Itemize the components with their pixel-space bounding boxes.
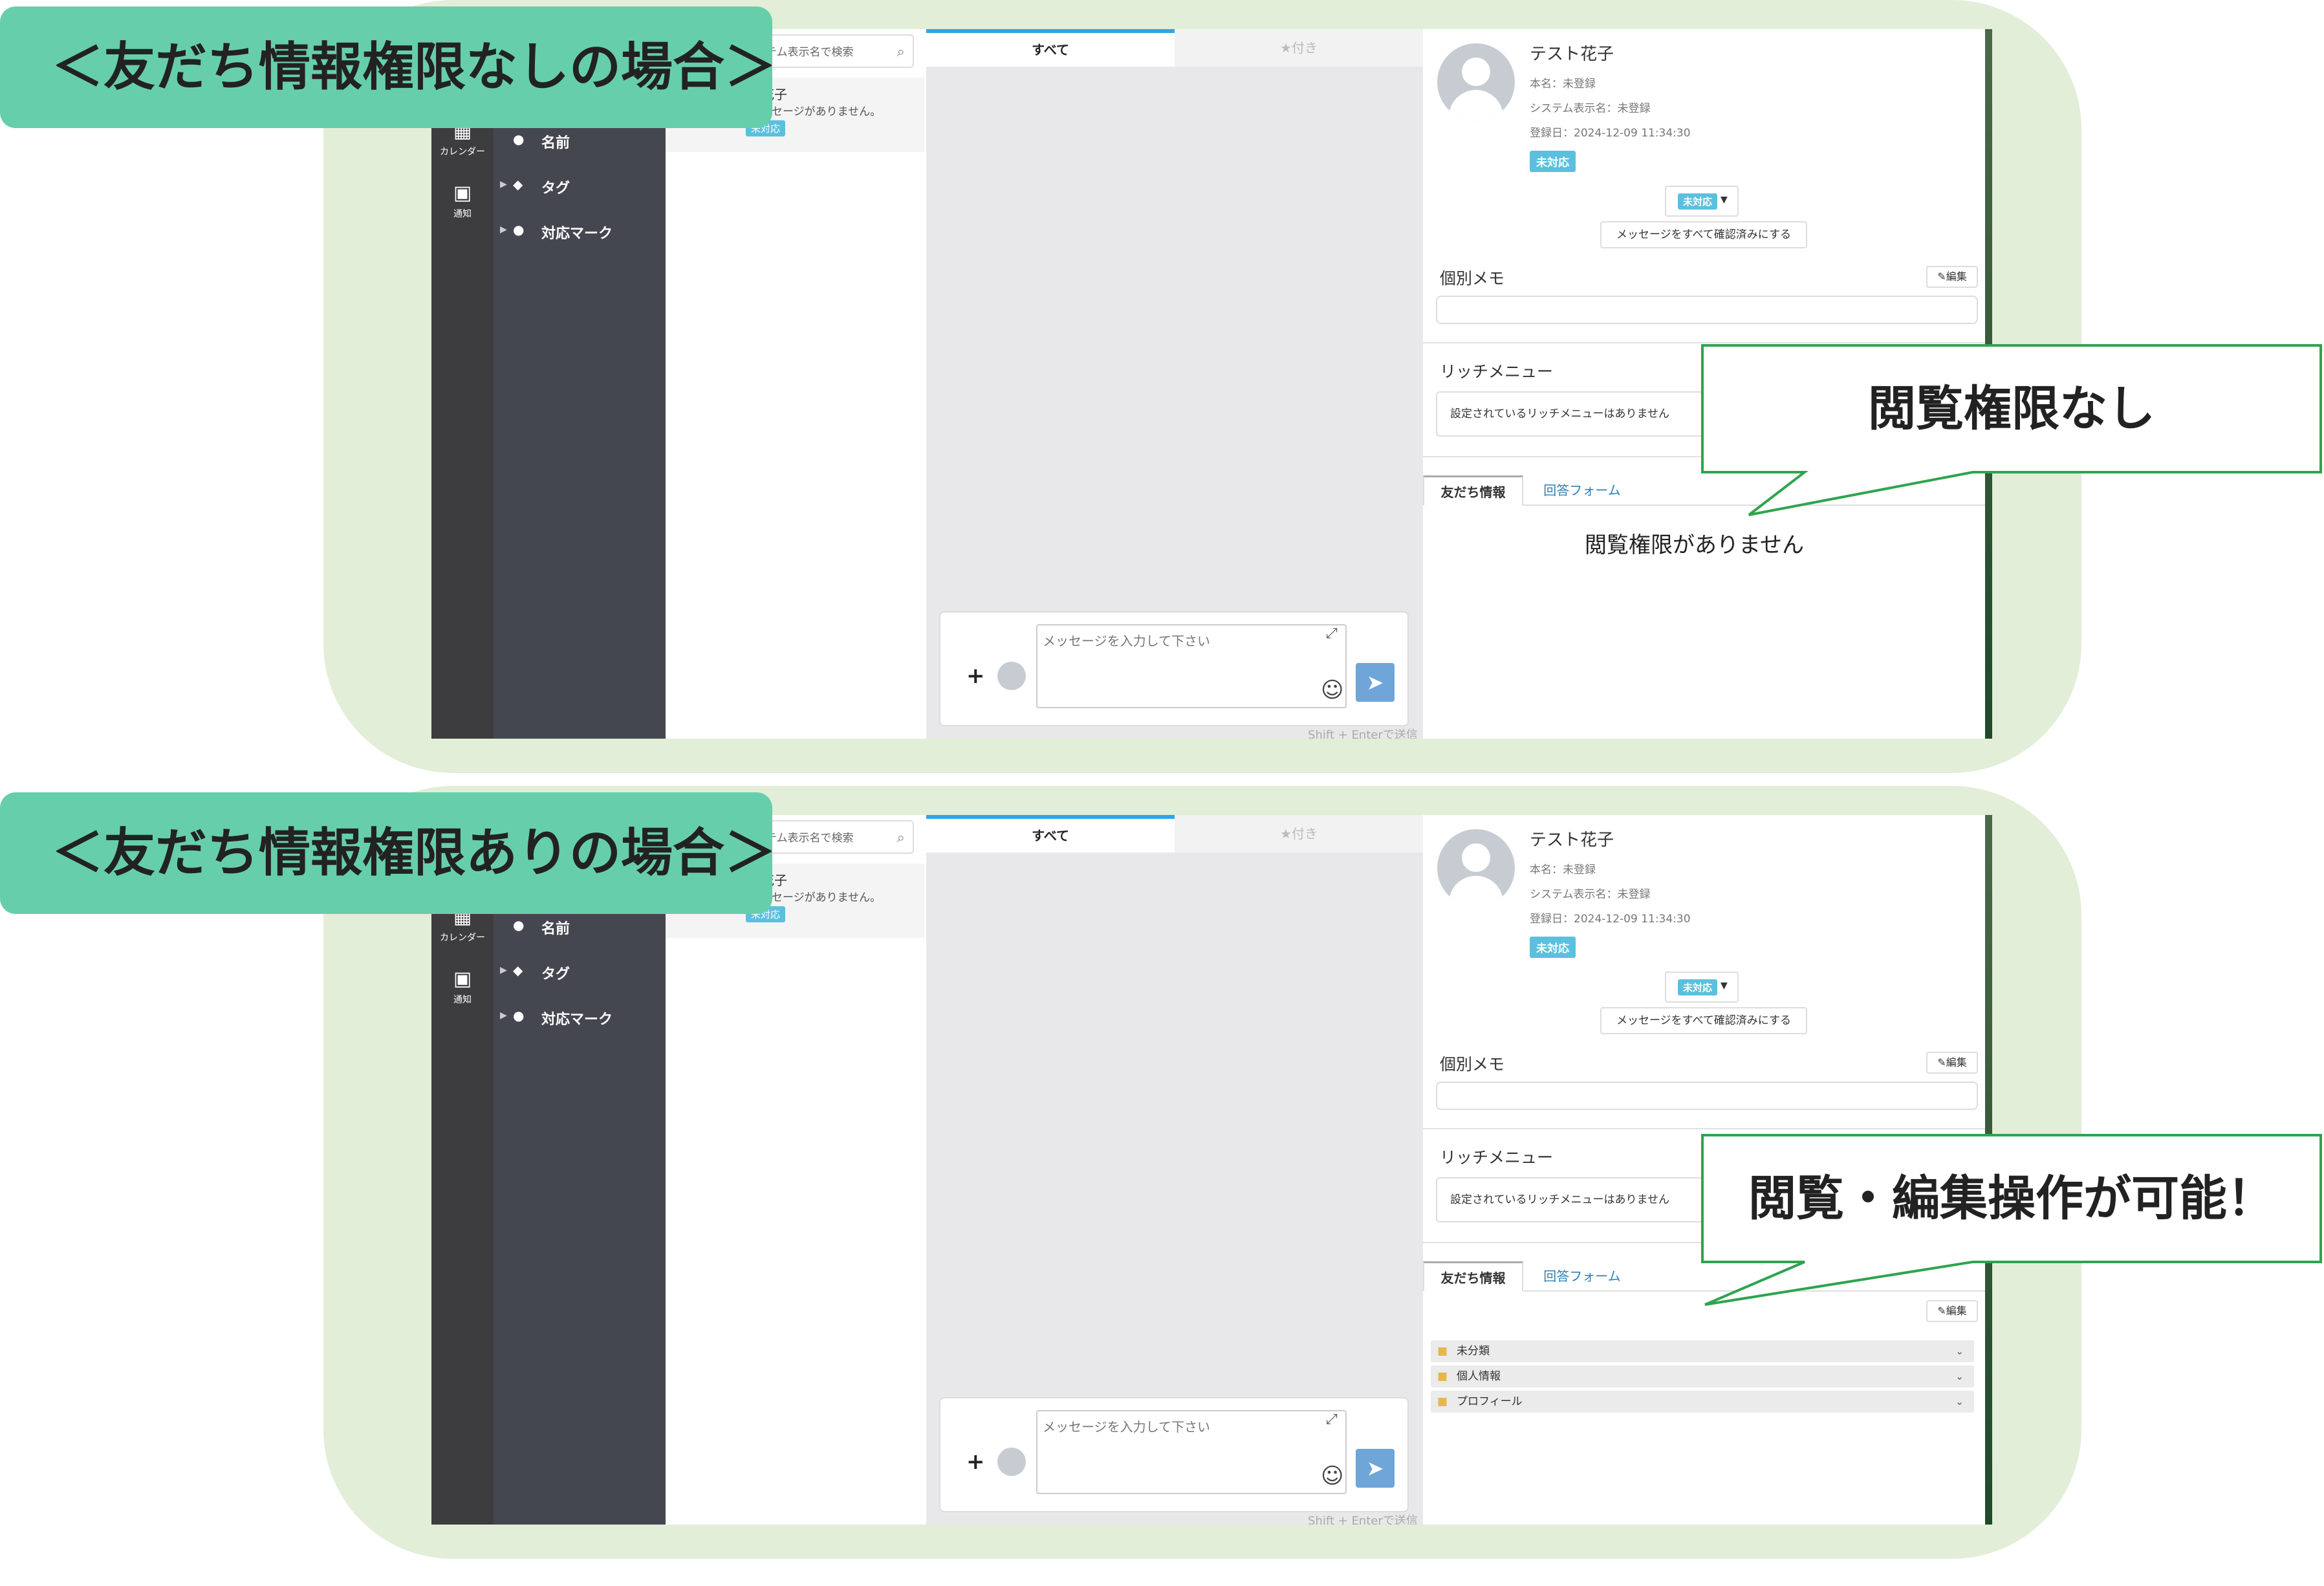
filter-menu: ● 名前 ▶ ◆ タグ ▶ ● 対応マーク — [494, 29, 666, 739]
paper-plane-icon: ➤ — [1366, 670, 1384, 695]
alert-icon: ● — [513, 222, 525, 237]
search-icon[interactable]: ⌕ — [897, 36, 905, 67]
richmenu-title: リッチメニュー — [1440, 1148, 1554, 1167]
tab-friend-info[interactable]: 友だち情報 — [1423, 475, 1523, 505]
avatar[interactable] — [997, 1448, 1026, 1476]
folder-icon: ■ — [1437, 1370, 1448, 1383]
friend-list: ステム表示名で検索 ⌕ 花子 メッセージがありません。 未対応 — [666, 815, 924, 1525]
friend-list: ステム表示名で検索 ⌕ 花子 メッセージがありません。 未対応 — [666, 29, 924, 739]
alert-icon: ● — [513, 1008, 525, 1023]
person-icon: ● — [513, 131, 525, 147]
memo-edit-button[interactable]: ✎編集 — [1926, 1052, 1978, 1074]
expand-icon[interactable]: ⤢ — [1326, 625, 1338, 642]
profile-name: テスト花子 — [1530, 45, 1614, 64]
registered-date: 登録日：2024-12-09 11:34:30 — [1530, 127, 1691, 140]
divider — [1423, 342, 1986, 343]
chat-area: すべて ★付き + メッセージを入力して下さい ⤢ ☺ ➤ Shift + En… — [926, 29, 1423, 739]
expand-arrow-icon[interactable]: ▶ — [500, 965, 507, 975]
status-badge: 未対応 — [1530, 937, 1576, 958]
memo-title: 個別メモ — [1440, 269, 1505, 288]
edit-icon: ✎ — [1937, 270, 1946, 283]
mark-all-read-button[interactable]: メッセージをすべて確認済みにする — [1600, 221, 1807, 248]
send-button[interactable]: ➤ — [1356, 663, 1395, 702]
real-name: 本名：未登録 — [1530, 78, 1596, 91]
richmenu-box: 設定されているリッチメニューはありません — [1436, 1177, 1733, 1222]
sidebar-notify[interactable]: ▣ 通知 — [431, 182, 494, 220]
expand-arrow-icon[interactable]: ▶ — [500, 1010, 507, 1021]
tab-answer-form[interactable]: 回答フォーム — [1528, 1261, 1636, 1291]
sidebar-notify[interactable]: ▣ 通知 — [431, 968, 494, 1006]
chat-bubbles-icon: ▣ — [453, 968, 472, 990]
chat-bubbles-icon: ▣ — [453, 182, 472, 204]
tab-friend-info[interactable]: 友だち情報 — [1423, 1261, 1523, 1291]
callout: 閲覧権限なし — [1701, 344, 2322, 516]
mark-all-read-button[interactable]: メッセージをすべて確認済みにする — [1600, 1007, 1807, 1034]
search-icon[interactable]: ⌕ — [897, 821, 905, 853]
chat-area: すべて ★付き + メッセージを入力して下さい ⤢ ☺ ➤ Shift + En… — [926, 815, 1423, 1525]
memo-field[interactable] — [1436, 1081, 1978, 1110]
avatar — [1437, 829, 1515, 907]
send-hint: Shift + Enterで送信 — [1308, 1514, 1418, 1525]
tab-all[interactable]: すべて — [926, 29, 1175, 67]
memo-title: 個別メモ — [1440, 1055, 1505, 1074]
status-dropdown[interactable]: 未対応 ▼ — [1665, 972, 1739, 1003]
icon-sidebar: ▦ カレンダー ▣ 通知 — [431, 29, 494, 739]
system-name: システム表示名：未登録 — [1530, 102, 1651, 115]
status-dropdown[interactable]: 未対応 ▼ — [1665, 186, 1739, 217]
filter-menu: ● 名前 ▶ ◆ タグ ▶ ● 対応マーク — [494, 815, 666, 1525]
emoji-icon[interactable]: ☺ — [1321, 1463, 1343, 1489]
tab-all[interactable]: すべて — [926, 815, 1175, 853]
tags-icon: ◆ — [513, 177, 523, 192]
expand-arrow-icon[interactable]: ▶ — [500, 224, 507, 235]
caret-down-icon: ▼ — [1721, 195, 1728, 205]
callout: 閲覧・編集操作が可能！ — [1701, 1134, 2322, 1306]
tab-starred[interactable]: ★付き — [1175, 815, 1423, 853]
memo-field[interactable] — [1436, 296, 1978, 324]
case-banner: ＜友だち情報権限ありの場合＞ — [0, 792, 776, 914]
message-input[interactable]: メッセージを入力して下さい — [1036, 1410, 1347, 1494]
memo-edit-button[interactable]: ✎編集 — [1926, 266, 1978, 288]
profile-name: テスト花子 — [1530, 831, 1614, 850]
richmenu-box: 設定されているリッチメニューはありません — [1436, 391, 1733, 437]
status-badge: 未対応 — [1530, 151, 1576, 172]
real-name: 本名：未登録 — [1530, 864, 1596, 876]
person-icon: ● — [513, 917, 525, 933]
folder-icon: ■ — [1437, 1395, 1448, 1408]
divider — [1423, 1128, 1986, 1129]
message-composer: + メッセージを入力して下さい ⤢ ☺ ➤ — [939, 611, 1409, 726]
tab-starred[interactable]: ★付き — [1175, 29, 1423, 67]
caret-down-icon: ▼ — [1721, 981, 1728, 991]
panel-with-permission: ▦ カレンダー ▣ 通知 ● 名前 ▶ ◆ タグ ▶ ● 対応マーク ステム表示… — [0, 786, 2324, 1575]
icon-sidebar: ▦ カレンダー ▣ 通知 — [431, 815, 494, 1525]
avatar[interactable] — [997, 662, 1026, 690]
avatar — [1437, 43, 1515, 121]
callout-text: 閲覧権限なし — [1868, 381, 2155, 437]
richmenu-title: リッチメニュー — [1440, 362, 1554, 381]
expand-icon[interactable]: ⤢ — [1326, 1411, 1338, 1428]
send-hint: Shift + Enterで送信 — [1308, 728, 1418, 739]
case-banner: ＜友だち情報権限なしの場合＞ — [0, 6, 776, 128]
system-name: システム表示名：未登録 — [1530, 888, 1651, 901]
registered-date: 登録日：2024-12-09 11:34:30 — [1530, 913, 1691, 926]
tags-icon: ◆ — [513, 962, 523, 978]
plus-icon[interactable]: + — [966, 663, 985, 689]
plus-icon[interactable]: + — [966, 1449, 985, 1475]
emoji-icon[interactable]: ☺ — [1321, 677, 1343, 703]
tab-answer-form[interactable]: 回答フォーム — [1528, 475, 1636, 505]
message-composer: + メッセージを入力して下さい ⤢ ☺ ➤ — [939, 1397, 1409, 1512]
paper-plane-icon: ➤ — [1366, 1456, 1384, 1481]
message-input[interactable]: メッセージを入力して下さい — [1036, 624, 1347, 708]
edit-icon: ✎ — [1937, 1056, 1946, 1069]
panel-no-permission: ▦ カレンダー ▣ 通知 ● 名前 ▶ ◆ タグ ▶ ● 対応マーク ステム表示… — [0, 0, 2324, 789]
folder-row-profile[interactable]: ■ プロフィール ⌄ — [1431, 1391, 1974, 1413]
folder-row-personal-info[interactable]: ■ 個人情報 ⌄ — [1431, 1365, 1974, 1387]
folder-icon: ■ — [1437, 1345, 1448, 1358]
chevron-down-icon: ⌄ — [1955, 1396, 1964, 1407]
callout-text: 閲覧・編集操作が可能！ — [1748, 1171, 2275, 1226]
send-button[interactable]: ➤ — [1356, 1449, 1395, 1488]
expand-arrow-icon[interactable]: ▶ — [500, 179, 507, 190]
chevron-down-icon: ⌄ — [1955, 1371, 1964, 1382]
